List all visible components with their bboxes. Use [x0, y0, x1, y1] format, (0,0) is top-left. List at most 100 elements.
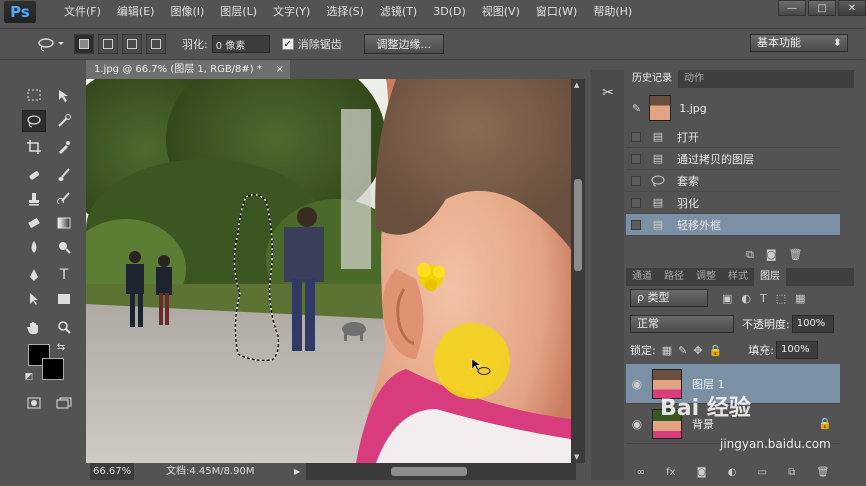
pen-tool-icon[interactable]	[22, 264, 46, 286]
eraser-tool-icon[interactable]	[22, 212, 46, 234]
lock-all-icon[interactable]: 🔒	[709, 344, 723, 357]
smart-object-filter-icon[interactable]: ▦	[795, 292, 805, 305]
maximize-button[interactable]: □	[808, 0, 836, 16]
menu-edit[interactable]: 编辑(E)	[109, 0, 163, 24]
trash-icon[interactable]: 🗑	[789, 248, 803, 262]
antialias-checkbox[interactable]: ✓	[281, 38, 294, 50]
folder-icon[interactable]: ▭	[758, 467, 767, 478]
adjustment-layer-icon[interactable]: ◐	[728, 467, 737, 478]
menu-type[interactable]: 文字(Y)	[265, 0, 318, 24]
eyedropper-tool-icon[interactable]	[52, 136, 76, 158]
menu-select[interactable]: 选择(S)	[318, 0, 372, 24]
history-item-selected[interactable]: ▤ 轻移外框	[626, 214, 840, 236]
lasso-tool-icon[interactable]	[22, 110, 46, 132]
crop-tool-icon[interactable]	[22, 136, 46, 158]
tab-actions[interactable]: 动作	[678, 70, 710, 88]
scroll-down-arrow[interactable]: ▼	[574, 453, 579, 461]
document-tab[interactable]: 1.jpg @ 66.7% (图层 1, RGB/8#) * ×	[86, 60, 290, 79]
menu-layer[interactable]: 图层(L)	[212, 0, 265, 24]
history-snapshot[interactable]: ✎ 1.jpg	[626, 92, 840, 124]
lock-brush-icon[interactable]: ✎	[678, 344, 687, 357]
intersect-selection-button[interactable]	[146, 34, 166, 54]
dodge-tool-icon[interactable]	[52, 236, 76, 258]
scroll-up-arrow[interactable]: ▲	[574, 81, 579, 89]
tab-paths[interactable]: 路径	[658, 268, 690, 286]
history-source-box[interactable]	[631, 175, 641, 186]
menu-image[interactable]: 图像(I)	[162, 0, 212, 24]
opacity-input[interactable]: 100%	[791, 315, 834, 333]
tab-styles[interactable]: 样式	[722, 268, 754, 286]
subtract-selection-button[interactable]	[122, 34, 142, 54]
camera-icon[interactable]: ◙	[766, 248, 777, 262]
lock-pixels-icon[interactable]: ▦	[662, 344, 672, 357]
quick-selection-tool-icon[interactable]	[52, 110, 76, 132]
zoom-level[interactable]: 66.67%	[90, 463, 135, 480]
quick-mask-icon[interactable]	[22, 392, 46, 414]
gradient-tool-icon[interactable]	[52, 212, 76, 234]
vertical-scrollbar[interactable]: ▲ ▼	[571, 79, 585, 463]
menu-file[interactable]: 文件(F)	[56, 0, 109, 24]
workspace-select[interactable]: 基本功能 ⬍	[750, 34, 848, 52]
screen-mode-icon[interactable]	[52, 392, 76, 414]
menu-help[interactable]: 帮助(H)	[585, 0, 640, 24]
history-source-box[interactable]	[631, 131, 641, 142]
pixel-filter-icon[interactable]: ▣	[722, 292, 732, 305]
adjustment-filter-icon[interactable]: ◐	[741, 292, 751, 305]
link-layers-icon[interactable]: ∞	[637, 467, 645, 478]
menu-window[interactable]: 窗口(W)	[528, 0, 585, 24]
swap-colors-icon[interactable]: ⇆	[54, 340, 68, 354]
tool-presets-icon[interactable]: ✂	[597, 82, 619, 104]
new-document-from-state-icon[interactable]: ⧉	[746, 248, 754, 262]
lock-position-icon[interactable]: ✥	[693, 344, 702, 357]
marquee-tool-icon[interactable]	[22, 84, 46, 106]
fill-input[interactable]: 100%	[775, 341, 818, 359]
blend-mode-select[interactable]: 正常	[630, 315, 734, 333]
tab-history[interactable]: 历史记录	[626, 70, 678, 88]
tab-layers[interactable]: 图层	[754, 268, 786, 286]
horizontal-scroll-thumb[interactable]	[391, 467, 467, 476]
new-selection-button[interactable]	[74, 34, 94, 54]
history-brush-tool-icon[interactable]	[52, 188, 76, 210]
type-filter-icon[interactable]: T	[760, 292, 767, 305]
add-selection-button[interactable]	[98, 34, 118, 54]
layer-style-icon[interactable]: fx	[666, 467, 675, 478]
history-item[interactable]: ▤ 打开	[626, 126, 840, 148]
healing-brush-tool-icon[interactable]	[22, 164, 46, 186]
move-tool-icon[interactable]	[52, 84, 76, 106]
close-icon[interactable]: ×	[276, 60, 284, 79]
horizontal-scrollbar[interactable]	[306, 463, 576, 480]
shape-tool-icon[interactable]	[52, 288, 76, 310]
history-item[interactable]: ▤ 通过拷贝的图层	[626, 148, 840, 170]
history-source-box[interactable]	[631, 219, 641, 230]
layer-mask-icon[interactable]: ◙	[697, 467, 707, 478]
layer-filter-select[interactable]: ρ 类型	[630, 289, 708, 307]
tab-adjustments[interactable]: 调整	[690, 268, 722, 286]
hand-tool-icon[interactable]	[22, 316, 46, 338]
background-color-swatch[interactable]	[42, 358, 64, 380]
minimize-button[interactable]: —	[778, 0, 806, 16]
path-selection-tool-icon[interactable]	[22, 288, 46, 310]
lasso-preset-picker[interactable]	[30, 33, 70, 55]
history-item[interactable]: ▤ 羽化	[626, 192, 840, 214]
tab-channels[interactable]: 通道	[626, 268, 658, 286]
menu-filter[interactable]: 滤镜(T)	[372, 0, 425, 24]
history-brush-source-icon[interactable]: ✎	[632, 102, 641, 115]
history-source-box[interactable]	[631, 153, 641, 164]
new-layer-icon[interactable]: ⧉	[788, 467, 795, 478]
trash-icon[interactable]: 🗑	[817, 467, 830, 478]
type-tool-icon[interactable]: T	[52, 264, 76, 286]
brush-tool-icon[interactable]	[52, 164, 76, 186]
info-arrow-icon[interactable]: ▶	[294, 463, 300, 480]
blur-tool-icon[interactable]	[22, 236, 46, 258]
feather-input[interactable]	[211, 35, 270, 53]
vertical-scroll-thumb[interactable]	[574, 179, 582, 271]
clone-stamp-tool-icon[interactable]	[22, 188, 46, 210]
menu-view[interactable]: 视图(V)	[474, 0, 528, 24]
default-colors-icon[interactable]: ◩	[22, 370, 36, 384]
document-canvas[interactable]	[86, 79, 571, 463]
menu-3d[interactable]: 3D(D)	[425, 0, 474, 24]
shape-filter-icon[interactable]: ⬚	[776, 292, 786, 305]
history-source-box[interactable]	[631, 197, 641, 208]
refine-edge-button[interactable]: 调整边缘...	[363, 34, 444, 54]
eye-icon[interactable]: ◉	[626, 417, 648, 431]
